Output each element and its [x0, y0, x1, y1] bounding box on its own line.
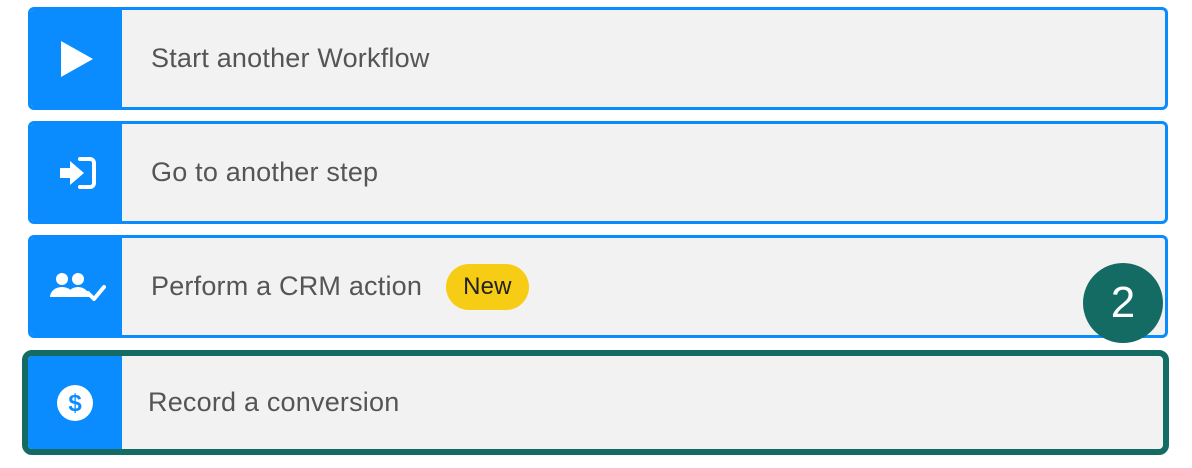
action-start-workflow[interactable]: Start another Workflow: [28, 7, 1168, 110]
action-record-conversion[interactable]: $ Record a conversion: [22, 350, 1169, 455]
action-label: Start another Workflow: [151, 43, 430, 73]
action-crm[interactable]: Perform a CRM action New: [28, 235, 1168, 338]
step-number-marker: 2: [1083, 263, 1163, 343]
new-badge: New: [446, 263, 529, 310]
action-label-row: Perform a CRM action New: [151, 238, 529, 335]
dollar-circle-icon: $: [28, 356, 122, 449]
users-check-icon: [31, 238, 122, 335]
action-go-to-step[interactable]: Go to another step: [28, 121, 1168, 224]
play-icon: [31, 10, 122, 107]
sign-in-arrow-icon: [31, 124, 122, 221]
action-label: Go to another step: [151, 157, 379, 187]
action-label: Record a conversion: [148, 387, 400, 417]
action-label: Perform a CRM action: [151, 271, 423, 301]
svg-text:$: $: [68, 390, 82, 417]
